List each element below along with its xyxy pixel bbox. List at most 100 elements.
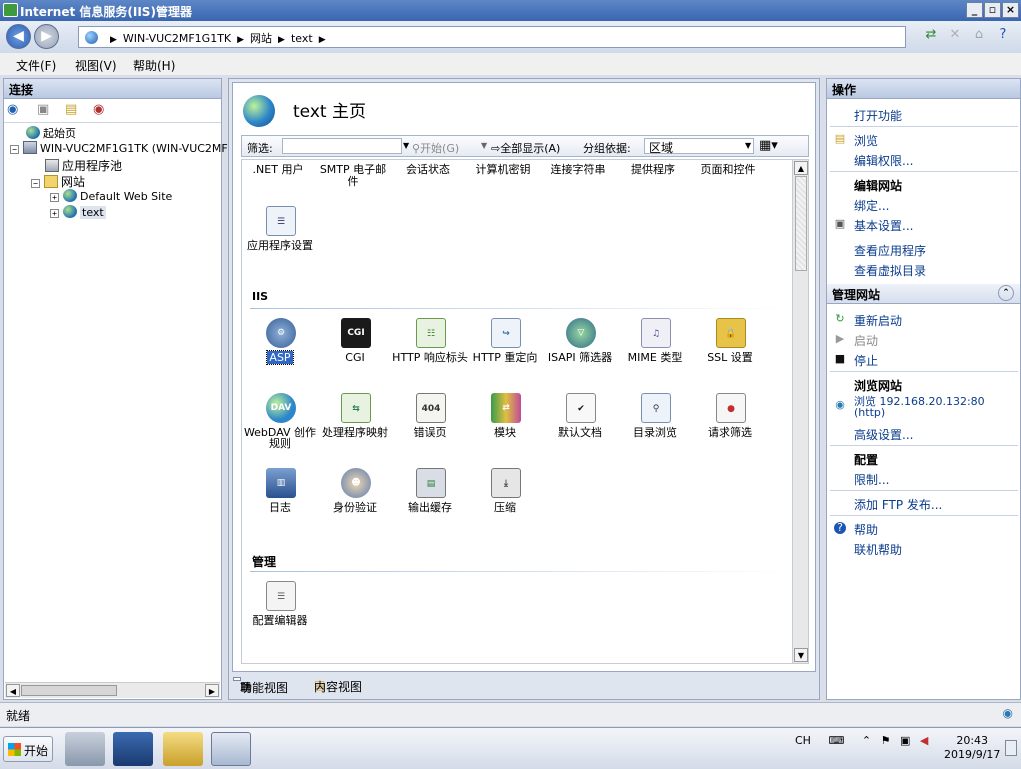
feature-http-redirect[interactable]: ↪ HTTP 重定向 xyxy=(467,318,543,388)
group-by-select[interactable]: 区域 xyxy=(644,138,754,155)
feature-config-editor[interactable]: ☰ 配置编辑器 xyxy=(242,581,318,651)
feature-request-filtering[interactable]: ● 请求筛选 xyxy=(692,393,768,463)
expand-icon[interactable]: + xyxy=(50,209,59,218)
tree-app-pools[interactable]: 应用程序池 xyxy=(45,157,122,173)
bindings-link[interactable]: 绑定... xyxy=(854,197,889,214)
refresh-icon[interactable]: ⇄ xyxy=(921,26,941,46)
scroll-right-icon[interactable]: ▶ xyxy=(205,684,219,697)
filter-dropdown-icon[interactable]: ▼ xyxy=(403,141,409,150)
address-bar[interactable]: ▶ WIN-VUC2MF1G1TK ▶ 网站 ▶ text ▶ xyxy=(78,26,906,48)
help-icon[interactable]: ? xyxy=(993,26,1013,46)
scroll-down-icon[interactable]: ▼ xyxy=(794,648,808,662)
scroll-up-icon[interactable]: ▲ xyxy=(794,161,808,175)
start-link[interactable]: 启动 xyxy=(854,332,878,349)
expand-icon[interactable]: + xyxy=(50,193,59,202)
start-button[interactable]: 开始 xyxy=(3,736,53,762)
show-all-button[interactable]: ⇨全部显示(A) xyxy=(491,140,560,156)
feature-cgi[interactable]: CGI CGI xyxy=(317,318,393,388)
start-dropdown-icon[interactable]: ▼ xyxy=(481,141,487,150)
limits-link[interactable]: 限制... xyxy=(854,471,889,488)
breadcrumb-sites[interactable]: 网站 xyxy=(250,32,272,45)
browse-link[interactable]: 浏览 xyxy=(854,132,878,149)
menu-file[interactable]: 文件(F) xyxy=(16,57,56,74)
online-help-link[interactable]: 联机帮助 xyxy=(854,541,902,558)
show-desktop-button[interactable] xyxy=(1005,740,1017,756)
menu-view[interactable]: 视图(V) xyxy=(75,57,117,74)
horizontal-scrollbar[interactable]: ◀ ▶ xyxy=(5,682,220,698)
group-dropdown-icon[interactable]: ▼ xyxy=(745,141,751,150)
clock[interactable]: 20:43 2019/9/17 xyxy=(944,734,1000,762)
tree-start-page[interactable]: 起始页 xyxy=(26,125,76,141)
filter-start-button[interactable]: ⚲开始(G) xyxy=(412,140,459,156)
feature-http-headers[interactable]: ☷ HTTP 响应标头 xyxy=(392,318,468,388)
browse-protocol-label[interactable]: (http) xyxy=(854,406,885,419)
iis-manager-taskbar-icon[interactable] xyxy=(211,732,251,766)
disconnect-icon[interactable]: ◉ xyxy=(93,102,104,117)
tab-content-view[interactable]: ▤ 内容视图 xyxy=(308,677,362,694)
advanced-settings-link[interactable]: 高级设置... xyxy=(854,426,913,443)
edit-permissions-link[interactable]: 编辑权限... xyxy=(854,152,913,169)
volume-icon[interactable]: ◀ xyxy=(920,734,928,747)
scroll-thumb[interactable] xyxy=(795,176,807,271)
feature-session-state[interactable]: 会话状态 xyxy=(392,164,464,176)
breadcrumb-server[interactable]: WIN-VUC2MF1G1TK xyxy=(123,32,231,45)
collapse-icon[interactable]: − xyxy=(31,179,40,188)
feature-compression[interactable]: ⤓ 压缩 xyxy=(467,468,543,538)
show-hidden-icons[interactable]: ⌃ xyxy=(862,734,871,747)
stop-link[interactable]: 停止 xyxy=(854,352,878,369)
feature-directory-browsing[interactable]: ⚲ 目录浏览 xyxy=(617,393,693,463)
view-mode-icon[interactable]: ▦▾ xyxy=(759,138,778,153)
open-feature-link[interactable]: 打开功能 xyxy=(854,107,902,124)
server-manager-taskbar-icon[interactable] xyxy=(65,732,105,766)
feature-modules[interactable]: ⇄ 模块 xyxy=(467,393,543,463)
help-link[interactable]: 帮助 xyxy=(854,521,878,538)
forward-button[interactable]: ▶ xyxy=(34,24,59,49)
scroll-left-icon[interactable]: ◀ xyxy=(6,684,20,697)
tree-server[interactable]: − WIN-VUC2MF1G1TK (WIN-VUC2MF1G xyxy=(10,141,243,157)
feature-logging[interactable]: ▥ 日志 xyxy=(242,468,318,538)
feature-machine-key[interactable]: 计算机密钥 xyxy=(467,164,539,176)
feature-smtp[interactable]: SMTP 电子邮件 xyxy=(317,164,389,188)
feature-default-document[interactable]: ✔ 默认文档 xyxy=(542,393,618,463)
keyboard-icon[interactable]: ⌨ xyxy=(828,734,844,747)
collapse-icon[interactable]: ⌃ xyxy=(998,285,1014,301)
menu-help[interactable]: 帮助(H) xyxy=(133,57,175,74)
feature-error-pages[interactable]: 404 错误页 xyxy=(392,393,468,463)
feature-mime-types[interactable]: ♫ MIME 类型 xyxy=(617,318,693,388)
close-button[interactable]: × xyxy=(1002,2,1019,18)
feature-providers[interactable]: 提供程序 xyxy=(617,164,689,176)
feature-isapi-filters[interactable]: ▽ ISAPI 筛选器 xyxy=(542,318,618,388)
flag-icon[interactable]: ⚑ xyxy=(881,734,891,747)
vertical-scrollbar[interactable]: ▲ ▼ xyxy=(792,159,809,664)
scroll-thumb[interactable] xyxy=(21,685,117,696)
restart-link[interactable]: 重新启动 xyxy=(854,312,902,329)
network-icon[interactable]: ▣ xyxy=(900,734,910,747)
tree-sites[interactable]: − 网站 xyxy=(31,173,85,189)
feature-output-caching[interactable]: ▤ 输出缓存 xyxy=(392,468,468,538)
add-ftp-link[interactable]: 添加 FTP 发布... xyxy=(854,496,942,513)
feature-handler-mappings[interactable]: ⇆ 处理程序映射 xyxy=(317,393,393,463)
feature-app-settings[interactable]: ☰ 应用程序设置 xyxy=(242,206,318,276)
filter-input[interactable] xyxy=(282,138,402,154)
connect-icon[interactable]: ◉ xyxy=(7,102,18,117)
tree-text-site[interactable]: + text xyxy=(50,205,106,221)
save-icon[interactable]: ▣ xyxy=(37,102,49,117)
collapse-icon[interactable]: − xyxy=(10,145,19,154)
feature-webdav[interactable]: DAV WebDAV 创作规则 xyxy=(242,393,318,463)
explorer-taskbar-icon[interactable] xyxy=(163,732,203,766)
feature-authentication[interactable]: ☻ 身份验证 xyxy=(317,468,393,538)
minimize-button[interactable]: _ xyxy=(966,2,983,18)
up-folder-icon[interactable]: ▤ xyxy=(65,102,77,117)
feature-connection-strings[interactable]: 连接字符串 xyxy=(542,164,614,176)
restore-button[interactable]: ▫ xyxy=(984,2,1001,18)
back-button[interactable]: ◀ xyxy=(6,24,31,49)
feature-pages-controls[interactable]: 页面和控件 xyxy=(692,164,764,176)
powershell-taskbar-icon[interactable] xyxy=(113,732,153,766)
home-icon[interactable]: ⌂ xyxy=(969,26,989,46)
tree-default-web-site[interactable]: + Default Web Site xyxy=(50,189,172,205)
breadcrumb-text[interactable]: text xyxy=(291,32,313,45)
language-indicator[interactable]: CH xyxy=(795,734,811,747)
basic-settings-link[interactable]: 基本设置... xyxy=(854,217,913,234)
feature-ssl-settings[interactable]: 🔒 SSL 设置 xyxy=(692,318,768,388)
view-applications-link[interactable]: 查看应用程序 xyxy=(854,242,926,259)
